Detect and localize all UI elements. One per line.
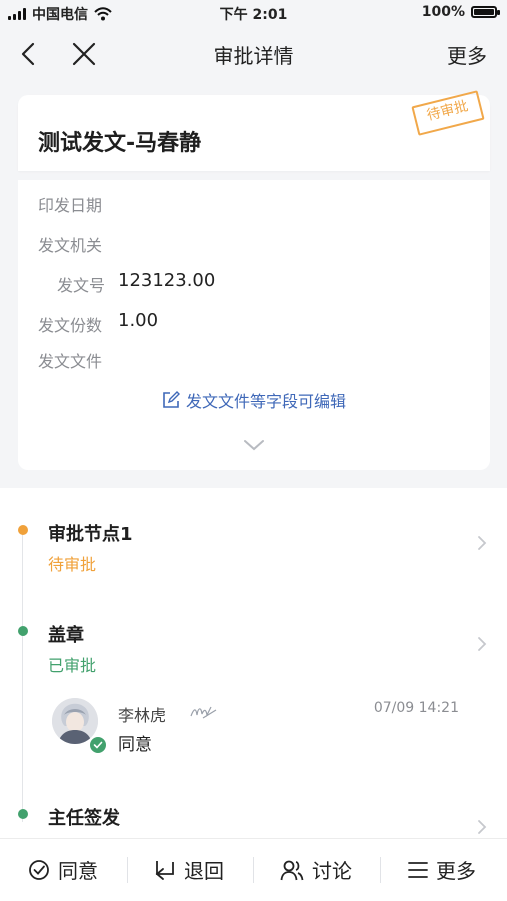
field-label-print-date: 印发日期 (38, 196, 103, 215)
node-status-2: 已审批 (48, 656, 97, 675)
node-status-1: 待审批 (48, 555, 97, 574)
approve-label: 同意 (58, 859, 98, 883)
divider (127, 857, 128, 883)
field-label-document-number: 发文号 (56, 276, 105, 295)
chevron-right-icon[interactable] (477, 636, 487, 652)
status-stamp: 待审批 (411, 90, 485, 136)
divider (253, 857, 254, 883)
nav-bar: 审批详情 更多 (0, 26, 507, 82)
field-label-document-file: 发文文件 (38, 352, 103, 371)
field-value-copies: 1.00 (118, 310, 159, 331)
edit-icon (163, 391, 180, 408)
field-label-copies: 发文份数 (38, 316, 103, 335)
approval-comment: 同意 (118, 735, 152, 755)
expand-fields-button[interactable] (18, 438, 490, 452)
timeline-dot-node-3 (18, 809, 28, 819)
status-right: 100% (421, 4, 500, 20)
approval-flow: 审批节点1 待审批 盖章 已审批 李林虎 07/09 14:21 同意 主任签发 (0, 488, 507, 838)
action-bar: 同意 退回 讨论 更多 (0, 838, 507, 901)
document-fields-card: 印发日期 发文机关 发文号 123123.00 发文份数 1.00 发文文件 发… (18, 180, 490, 470)
users-icon (280, 860, 304, 880)
timeline-line (22, 530, 23, 822)
approval-time: 07/09 14:21 (373, 700, 459, 716)
field-value-document-number: 123123.00 (118, 270, 216, 291)
signature-image (190, 706, 217, 719)
more-actions-button[interactable]: 更多 (408, 855, 476, 884)
editable-fields-label: 发文文件等字段可编辑 (185, 392, 346, 411)
more-button[interactable]: 更多 (447, 40, 487, 69)
chevron-right-icon[interactable] (477, 535, 487, 551)
more-actions-label: 更多 (436, 859, 476, 883)
discuss-button[interactable]: 讨论 (280, 855, 352, 884)
approver-name: 李林虎 (118, 706, 167, 725)
check-circle-icon (29, 859, 49, 880)
reject-label: 退回 (184, 859, 224, 883)
page-title: 审批详情 (213, 44, 294, 68)
status-bar: 中国电信 下午 2:01 100% (0, 0, 507, 26)
field-label-issuing-office: 发文机关 (38, 236, 103, 255)
battery-icon (471, 6, 500, 18)
editable-fields-link[interactable]: 发文文件等字段可编辑 (18, 388, 490, 412)
document-header-card: 测试发文-马春静 待审批 (18, 90, 490, 171)
node-title-2[interactable]: 盖章 (48, 621, 84, 647)
document-title: 测试发文-马春静 (38, 131, 202, 156)
approved-check-icon (88, 735, 108, 755)
timeline-dot-node-1 (18, 525, 28, 535)
chevron-down-icon (244, 440, 264, 451)
approve-button[interactable]: 同意 (28, 855, 98, 884)
divider (380, 857, 381, 883)
reject-button[interactable]: 退回 (154, 855, 224, 884)
battery-label: 100% (421, 4, 465, 20)
return-icon (155, 860, 174, 880)
node-title-3[interactable]: 主任签发 (48, 804, 120, 830)
timeline-dot-node-2 (18, 626, 28, 636)
chevron-right-icon[interactable] (477, 819, 487, 835)
discuss-label: 讨论 (312, 859, 352, 883)
node-title-1[interactable]: 审批节点1 (48, 520, 133, 546)
menu-icon (408, 861, 428, 878)
